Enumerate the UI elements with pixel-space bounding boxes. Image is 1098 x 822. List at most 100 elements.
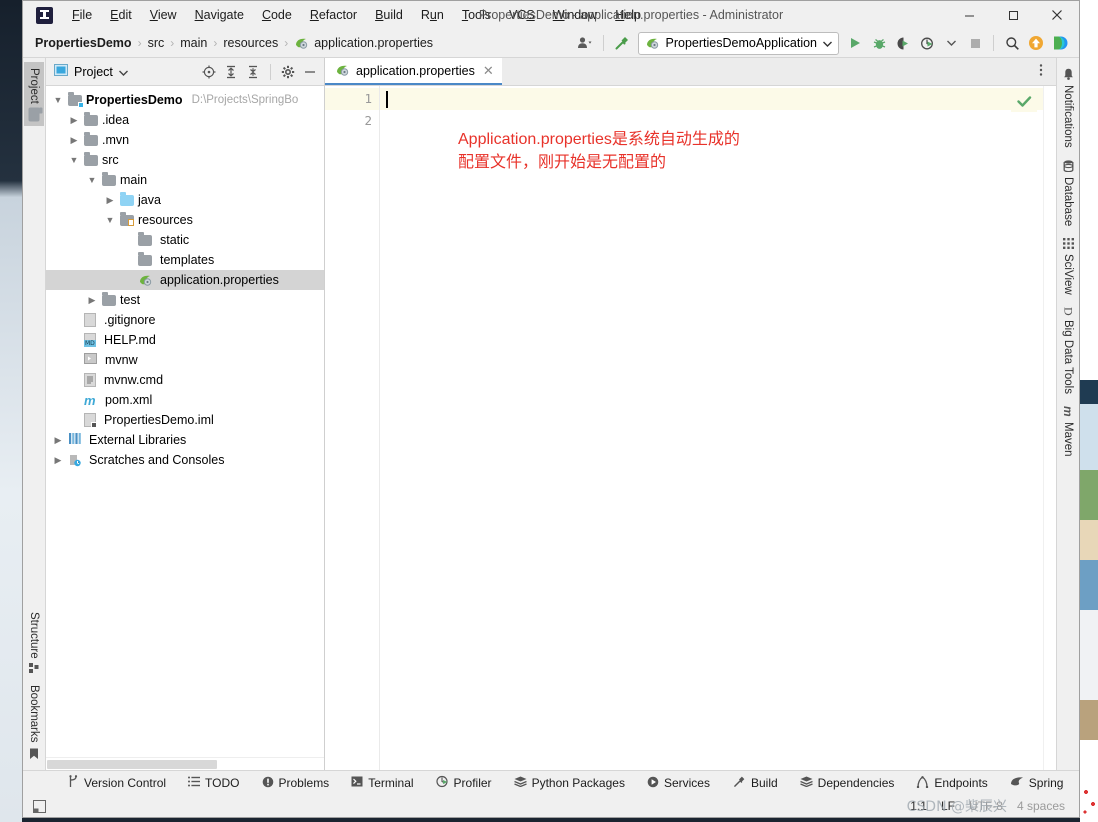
minimize-icon[interactable] xyxy=(947,1,991,29)
indent-setting[interactable]: 4 spaces xyxy=(1017,799,1065,813)
tool-button-problems[interactable]: Problems xyxy=(251,776,341,791)
sidebar-item-maven[interactable]: m Maven xyxy=(1058,400,1078,462)
tree-row[interactable]: ▼ src xyxy=(46,150,324,170)
tree-row[interactable]: ▶ java xyxy=(46,190,324,210)
menu-item-navigate[interactable]: Navigate xyxy=(186,4,253,26)
tool-button-services[interactable]: Services xyxy=(636,776,721,791)
scrollbar-thumb[interactable] xyxy=(47,759,217,769)
breadcrumb-file[interactable]: application.properties xyxy=(294,36,433,50)
menu-item-file[interactable]: File xyxy=(63,4,101,26)
layout-toggle-icon[interactable] xyxy=(31,798,47,814)
tool-button-dependencies[interactable]: Dependencies xyxy=(789,776,906,790)
profile-dropdown-icon[interactable] xyxy=(940,32,962,54)
breadcrumb-resources[interactable]: resources xyxy=(223,36,278,50)
user-settings-icon[interactable] xyxy=(574,32,596,54)
tool-button-terminal[interactable]: Terminal xyxy=(340,776,424,790)
tab-application-properties[interactable]: application.properties ✕ xyxy=(325,58,502,85)
sidebar-item-big-data-tools[interactable]: D Big Data Tools xyxy=(1058,301,1079,401)
code-text-area[interactable]: Application.properties是系统自动生成的 配置文件，刚开始是… xyxy=(380,86,1043,770)
tree-row[interactable]: ▶ .mvn xyxy=(46,130,324,150)
expand-all-icon[interactable] xyxy=(221,62,241,82)
menu-item-help[interactable]: Help xyxy=(606,4,650,26)
tree-row[interactable]: static xyxy=(46,230,324,250)
sidebar-item-database[interactable]: Database xyxy=(1059,154,1077,232)
sidebar-item-bookmarks[interactable]: Bookmarks xyxy=(25,679,43,766)
chevron-down-icon[interactable]: ▼ xyxy=(104,215,116,225)
tree-row[interactable]: ▶ Scratches and Consoles xyxy=(46,450,324,470)
run-configuration-selector[interactable]: PropertiesDemoApplication xyxy=(637,31,839,55)
menu-item-window[interactable]: Window xyxy=(544,4,606,26)
tree-row[interactable]: m pom.xml xyxy=(46,390,324,410)
chevron-right-icon[interactable]: ▶ xyxy=(86,295,98,306)
update-project-icon[interactable] xyxy=(1025,32,1047,54)
breadcrumb-project[interactable]: PropertiesDemo xyxy=(35,36,132,50)
breadcrumb-main[interactable]: main xyxy=(180,36,207,50)
code-line[interactable] xyxy=(380,88,1043,110)
project-panel-horizontal-scrollbar[interactable] xyxy=(46,757,324,770)
chevron-down-icon[interactable]: ▼ xyxy=(86,175,98,185)
chevron-right-icon[interactable]: ▶ xyxy=(68,115,80,126)
profile-icon[interactable] xyxy=(916,32,938,54)
tree-row[interactable]: ▶ .idea xyxy=(46,110,324,130)
tree-row[interactable]: mvnw.cmd xyxy=(46,370,324,390)
tool-button-python-packages[interactable]: Python Packages xyxy=(503,776,636,790)
chevron-right-icon[interactable]: ▶ xyxy=(104,195,116,206)
breadcrumb-src[interactable]: src xyxy=(148,36,165,50)
search-everywhere-icon[interactable] xyxy=(1001,32,1023,54)
tool-button-endpoints[interactable]: Endpoints xyxy=(905,775,998,791)
tree-row[interactable]: templates xyxy=(46,250,324,270)
error-stripe-markers[interactable] xyxy=(1043,86,1056,770)
caret-position[interactable]: 1:1 xyxy=(910,799,927,813)
sidebar-item-notifications[interactable]: Notifications xyxy=(1059,62,1077,154)
chevron-right-icon[interactable]: ▶ xyxy=(52,435,64,446)
menu-item-refactor[interactable]: Refactor xyxy=(301,4,366,26)
ide-features-trainer-icon[interactable] xyxy=(1049,32,1071,54)
file-encoding[interactable]: UTF-8 xyxy=(969,799,1003,813)
tool-button-spring[interactable]: Spring xyxy=(999,776,1075,790)
menu-item-view[interactable]: View xyxy=(141,4,186,26)
tree-row[interactable]: mvnw xyxy=(46,350,324,370)
run-icon[interactable] xyxy=(844,32,866,54)
tree-row[interactable]: .gitignore xyxy=(46,310,324,330)
select-opened-file-icon[interactable] xyxy=(199,62,219,82)
debug-icon[interactable] xyxy=(868,32,890,54)
inspection-ok-checkmark-icon[interactable] xyxy=(1011,90,1037,112)
chevron-down-icon[interactable]: ▼ xyxy=(68,155,80,165)
hide-panel-icon[interactable] xyxy=(300,62,320,82)
sidebar-item-project[interactable]: Project xyxy=(24,62,44,126)
tree-row[interactable]: PropertiesDemo.iml xyxy=(46,410,324,430)
menu-item-vcs[interactable]: VCS xyxy=(500,4,544,26)
tool-button-todo[interactable]: TODO xyxy=(177,776,250,790)
collapse-all-icon[interactable] xyxy=(243,62,263,82)
editor-options-icon[interactable] xyxy=(1034,63,1048,80)
tree-row[interactable]: ▼ PropertiesDemo D:\Projects\SpringBo xyxy=(46,90,324,110)
menu-item-tools[interactable]: Tools xyxy=(453,4,500,26)
hammer-build-icon[interactable] xyxy=(611,32,633,54)
close-icon[interactable]: ✕ xyxy=(483,63,494,79)
line-separator[interactable]: LF xyxy=(941,799,955,813)
sidebar-item-sciview[interactable]: SciView xyxy=(1059,232,1077,301)
chevron-right-icon[interactable]: ▶ xyxy=(52,455,64,466)
menu-item-build[interactable]: Build xyxy=(366,4,412,26)
tree-row[interactable]: HELP.md xyxy=(46,330,324,350)
menu-item-edit[interactable]: Edit xyxy=(101,4,141,26)
tree-row-application-properties[interactable]: application.properties xyxy=(46,270,324,290)
menu-item-run[interactable]: Run xyxy=(412,4,453,26)
close-icon[interactable] xyxy=(1035,1,1079,29)
maximize-icon[interactable] xyxy=(991,1,1035,29)
run-with-coverage-icon[interactable] xyxy=(892,32,914,54)
chevron-right-icon[interactable]: ▶ xyxy=(68,135,80,146)
tree-row[interactable]: ▶ test xyxy=(46,290,324,310)
tool-button-profiler[interactable]: Profiler xyxy=(425,775,503,791)
tree-row[interactable]: ▶ External Libraries xyxy=(46,430,324,450)
tool-button-build[interactable]: Build xyxy=(721,775,789,792)
stop-icon[interactable] xyxy=(964,32,986,54)
chevron-down-icon[interactable]: ▼ xyxy=(52,95,64,105)
tree-row[interactable]: ▼ resources xyxy=(46,210,324,230)
gear-icon[interactable] xyxy=(278,62,298,82)
sidebar-item-structure[interactable]: Structure xyxy=(25,606,43,680)
tree-row[interactable]: ▼ main xyxy=(46,170,324,190)
chevron-down-icon[interactable] xyxy=(118,65,128,79)
menu-item-code[interactable]: Code xyxy=(253,4,301,26)
tool-button-version-control[interactable]: Version Control xyxy=(57,775,177,791)
